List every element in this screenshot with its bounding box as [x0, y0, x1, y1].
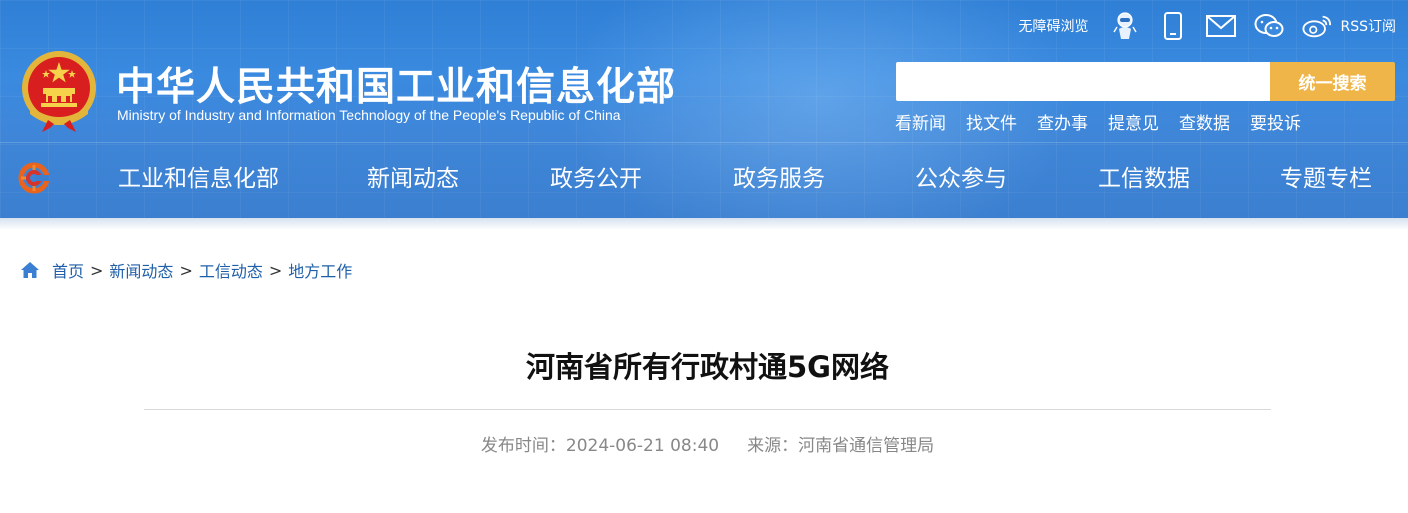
site-header: 中华人民共和国工业和信息化部 Ministry of Industry and …	[0, 0, 1408, 218]
nav-item-news[interactable]: 新闻动态	[367, 150, 459, 208]
breadcrumb-separator: >	[90, 260, 104, 280]
quick-link-documents[interactable]: 找文件	[966, 109, 1017, 134]
nav-item-government-affairs[interactable]: 政务公开	[550, 150, 642, 208]
quick-link-services[interactable]: 查办事	[1037, 109, 1088, 134]
weibo-icon[interactable]	[1302, 11, 1332, 41]
home-icon[interactable]	[20, 261, 40, 279]
title-divider	[144, 409, 1271, 410]
source-name: 河南省通信管理局	[798, 436, 935, 456]
national-emblem-icon[interactable]	[18, 48, 100, 134]
mail-icon[interactable]	[1206, 11, 1237, 41]
source-label: 来源：	[747, 436, 799, 456]
site-name-en: Ministry of Industry and Information Tec…	[117, 107, 621, 123]
nav-item-ministry[interactable]: 工业和信息化部	[118, 150, 279, 208]
nav-item-data[interactable]: 工信数据	[1098, 150, 1190, 208]
breadcrumb-news[interactable]: 新闻动态	[109, 258, 173, 282]
accessibility-link[interactable]: 无障碍浏览	[1018, 16, 1088, 36]
nav-item-services[interactable]: 政务服务	[733, 150, 825, 208]
publish-time-label: 发布时间：	[480, 436, 566, 456]
breadcrumb-separator: >	[179, 260, 193, 280]
quick-link-complaint[interactable]: 要投诉	[1250, 109, 1301, 134]
nav-item-public-participation[interactable]: 公众参与	[915, 150, 1007, 208]
rss-link[interactable]: RSS订阅	[1340, 16, 1396, 36]
quick-link-data[interactable]: 查数据	[1179, 109, 1230, 134]
nav-item-topics[interactable]: 专题专栏	[1280, 150, 1372, 208]
search-button[interactable]: 统一搜索	[1270, 62, 1395, 101]
main-nav: 工业和信息化部 新闻动态 政务公开 政务服务 公众参与 工信数据 专题专栏	[0, 150, 1408, 208]
quick-link-feedback[interactable]: 提意见	[1108, 109, 1159, 134]
breadcrumb-home[interactable]: 首页	[52, 258, 84, 282]
robot-assistant-icon[interactable]	[1110, 11, 1140, 41]
publish-time: 2024-06-21 08:40	[565, 436, 720, 456]
article-title: 河南省所有行政村通5G网络	[526, 350, 889, 384]
mobile-icon[interactable]	[1158, 11, 1188, 41]
breadcrumb-industry-news[interactable]: 工信动态	[199, 258, 263, 282]
breadcrumb: 首页 > 新闻动态 > 工信动态 > 地方工作	[20, 258, 352, 282]
top-links: 无障碍浏览 RSS订阅	[1018, 8, 1396, 44]
breadcrumb-local-work[interactable]: 地方工作	[288, 258, 352, 282]
site-name-cn[interactable]: 中华人民共和国工业和信息化部	[116, 56, 676, 112]
breadcrumb-separator: >	[268, 260, 283, 280]
header-divider	[0, 142, 1408, 143]
quick-links: 看新闻 找文件 查办事 提意见 查数据 要投诉	[895, 109, 1321, 134]
wechat-icon[interactable]	[1254, 11, 1284, 41]
header-shadow	[0, 218, 1408, 230]
article-meta: 发布时间：2024-06-21 08:40 来源：河南省通信管理局	[144, 431, 1271, 456]
search-input[interactable]	[896, 62, 1270, 101]
quick-link-news[interactable]: 看新闻	[895, 109, 946, 134]
